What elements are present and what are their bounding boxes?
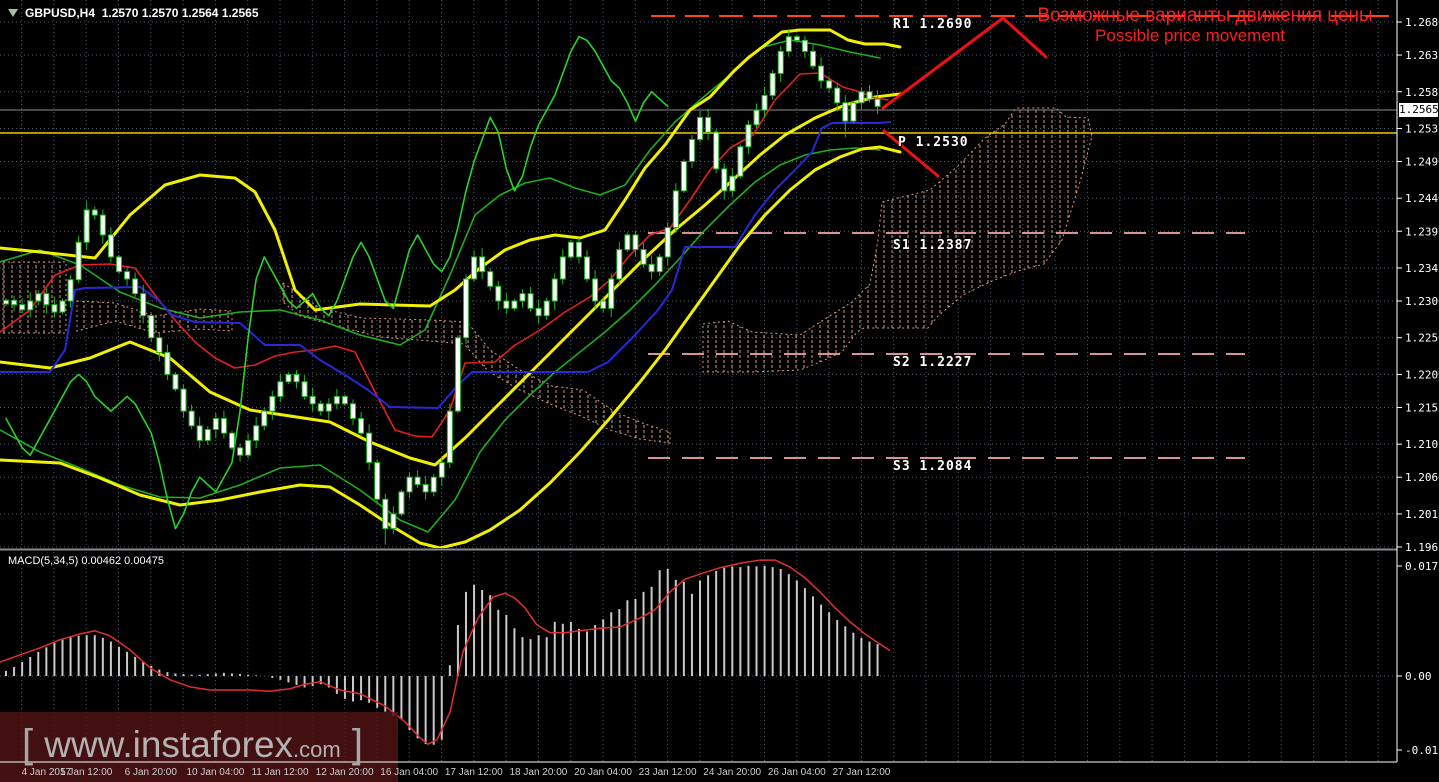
macd-axis-label: 0.00	[1405, 670, 1432, 683]
price-tick-label: 1.2535	[1405, 122, 1439, 135]
price-tick-label: 1.2300	[1405, 295, 1439, 308]
price-tick-label: 1.2680	[1405, 16, 1439, 29]
date-tick-label: 11 Jan 12:00	[251, 767, 309, 778]
date-tick-label: 18 Jan 20:00	[509, 767, 567, 778]
price-tick-label: 1.2010	[1405, 508, 1439, 521]
price-tick-label: 1.2250	[1405, 332, 1439, 345]
date-tick-label: 12 Jan 20:00	[316, 767, 374, 778]
chart-canvas: 1.2680 1.2635 1.2585 1.2535 1.2490 1.2440 1.23…	[0, 0, 1439, 782]
price-tick-label: 1.2345	[1405, 262, 1439, 275]
price-tick-label: 1.2155	[1405, 401, 1439, 414]
price-tick-label: 1.2105	[1405, 438, 1439, 451]
macd-axis-label: 0.01728	[1405, 560, 1439, 573]
date-tick-label: 17 Jan 12:00	[445, 767, 503, 778]
macd-axis-label: -0.0117	[1405, 744, 1439, 757]
price-tick-label: 1.2585	[1405, 86, 1439, 99]
time-axis[interactable]: 4 Jan 20175 Jan 12:00 6 Jan 20:00 10 Jan 0…	[22, 767, 891, 778]
price-tick-label: 1.2490	[1405, 156, 1439, 169]
date-tick-label: 16 Jan 04:00	[380, 767, 438, 778]
date-tick-label: 10 Jan 04:00	[186, 767, 244, 778]
date-tick-label: 6 Jan 20:00	[125, 767, 178, 778]
trading-chart-window: { "window": { "width": 1439, "height": 7…	[0, 0, 1439, 782]
price-tick-label: 1.2440	[1405, 192, 1439, 205]
price-tick-label: 1.1965	[1405, 541, 1439, 554]
date-tick-label: 24 Jan 20:00	[703, 767, 761, 778]
price-tick-label: 1.2060	[1405, 471, 1439, 484]
date-tick-label: 5 Jan 12:00	[60, 767, 113, 778]
date-tick-label: 27 Jan 12:00	[832, 767, 890, 778]
price-tick-label: 1.2635	[1405, 49, 1439, 62]
date-tick-label: 26 Jan 04:00	[768, 767, 826, 778]
price-tick-label: 1.2200	[1405, 368, 1439, 381]
date-tick-label: 20 Jan 04:00	[574, 767, 632, 778]
date-tick-label: 23 Jan 12:00	[639, 767, 697, 778]
price-tick-label: 1.2395	[1405, 225, 1439, 238]
